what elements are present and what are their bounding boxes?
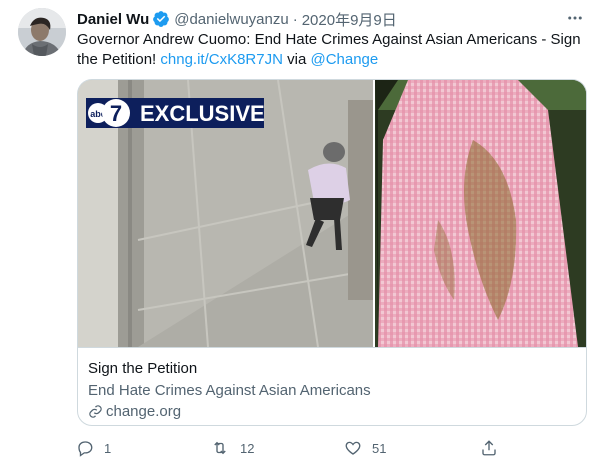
retweet-count: 12 — [240, 440, 255, 456]
tweet-header: Daniel Wu @danielwuyanzu · 2020年9月9日 — [77, 9, 397, 29]
tweet[interactable]: Daniel Wu @danielwuyanzu · 2020年9月9日 Gov… — [0, 0, 601, 467]
tweet-date[interactable]: 2020年9月9日 — [302, 9, 397, 30]
separator-dot: · — [292, 10, 298, 28]
retweet-icon — [214, 441, 226, 455]
reply-count: 1 — [104, 440, 112, 456]
author-name[interactable]: Daniel Wu — [77, 11, 149, 28]
author-handle[interactable]: @danielwuyanzu — [174, 11, 288, 28]
like-icon — [345, 441, 361, 455]
tweet-text: Governor Andrew Cuomo: End Hate Crimes A… — [77, 30, 587, 70]
tweet-actions: 1 12 51 — [70, 436, 520, 460]
reply-icon — [78, 441, 93, 457]
via-text: via — [282, 51, 311, 68]
avatar[interactable] — [18, 8, 66, 56]
abc7-exclusive-banner: abc 7 EXCLUSIVE — [86, 98, 265, 128]
card-image[interactable]: abc 7 EXCLUSIVE — [78, 80, 586, 347]
card-domain: change.org — [88, 403, 181, 420]
reply-button[interactable]: 1 — [76, 436, 111, 460]
link-card[interactable]: abc 7 EXCLUSIVE Sign the Petition End Ha… — [77, 79, 587, 426]
verified-badge-icon — [153, 11, 170, 27]
like-count: 51 — [372, 440, 387, 456]
card-title: Sign the Petition — [88, 360, 198, 377]
change-mention[interactable]: @Change — [310, 51, 378, 68]
card-footer[interactable]: Sign the Petition End Hate Crimes Agains… — [78, 347, 586, 425]
retweet-button[interactable]: 12 — [210, 436, 254, 460]
card-image-photo: abc 7 EXCLUSIVE — [78, 80, 586, 347]
like-button[interactable]: 51 — [344, 436, 386, 460]
card-domain-text: change.org — [106, 403, 182, 420]
share-icon — [482, 440, 496, 456]
link-icon — [89, 405, 102, 418]
more-options-icon[interactable] — [563, 8, 587, 28]
svg-text:EXCLUSIVE: EXCLUSIVE — [140, 101, 265, 126]
card-description: End Hate Crimes Against Asian Americans — [88, 382, 371, 399]
share-button[interactable] — [480, 436, 508, 460]
petition-link[interactable]: chng.it/CxK8R7JN — [160, 51, 283, 68]
avatar-photo — [18, 8, 66, 56]
svg-text:7: 7 — [110, 101, 122, 126]
